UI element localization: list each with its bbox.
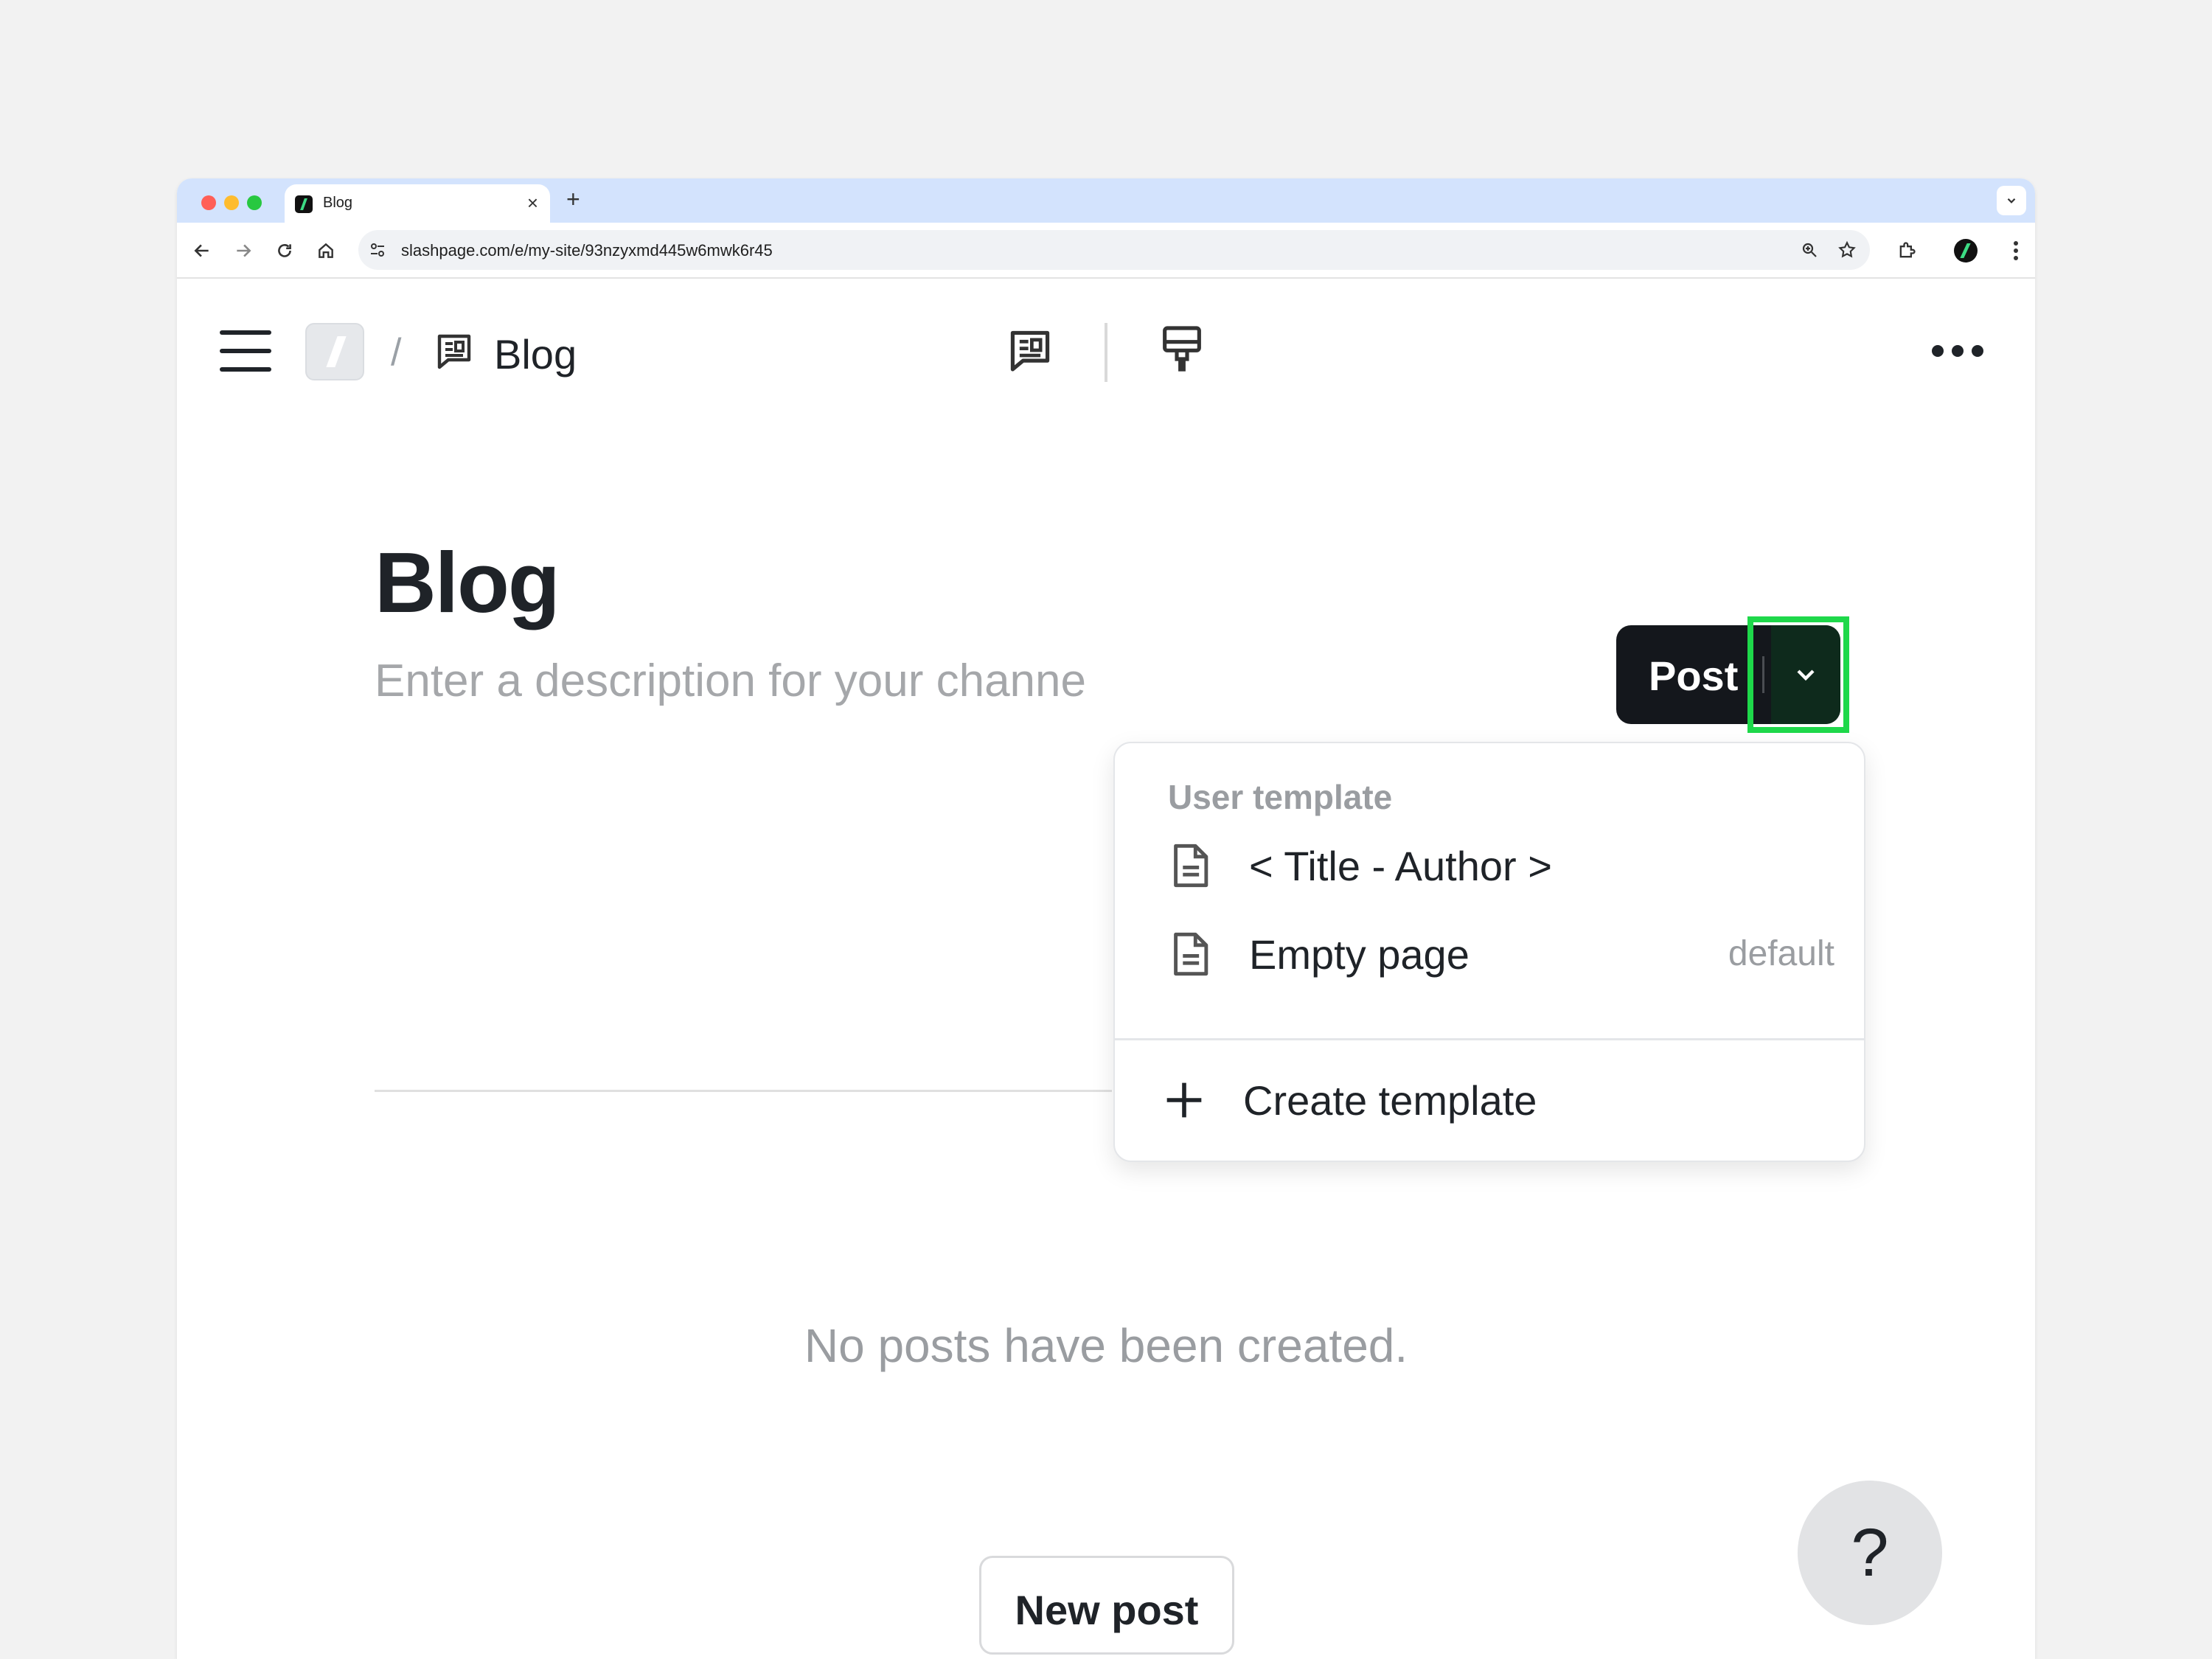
template-item-label: Empty page <box>1249 931 1470 978</box>
forward-button[interactable] <box>230 237 257 264</box>
post-button-label: Post <box>1649 653 1739 699</box>
help-button[interactable]: ? <box>1798 1481 1942 1625</box>
tab-search-button[interactable] <box>1997 186 2026 215</box>
reload-icon <box>278 244 291 257</box>
document-icon <box>1174 844 1208 888</box>
hamburger-menu-icon[interactable] <box>220 330 271 372</box>
view-divider <box>1105 323 1107 382</box>
browser-menu-button[interactable] <box>2003 237 2029 264</box>
document-icon <box>1174 932 1208 976</box>
default-badge: default <box>1728 934 1834 973</box>
template-item-empty-page[interactable]: Empty page default <box>1115 911 1864 992</box>
board-icon <box>437 334 471 369</box>
new-post-button[interactable]: New post <box>979 1556 1234 1655</box>
browser-toolbar: slashpage.com/e/my-site/93nzyxmd445w6mwk… <box>177 223 2035 279</box>
maximize-window-button[interactable] <box>247 195 262 210</box>
new-post-label: New post <box>1015 1587 1199 1633</box>
plus-icon <box>1166 1082 1202 1118</box>
breadcrumb-separator: / <box>391 331 402 374</box>
minimize-window-button[interactable] <box>224 195 239 210</box>
close-window-button[interactable] <box>201 195 216 210</box>
browser-window: Blog × + slashpage.com/e/my-site/93nzyxm… <box>177 178 2035 1659</box>
empty-state-message: No posts have been created. <box>804 1319 1408 1372</box>
extensions-button[interactable] <box>1893 237 1920 264</box>
profile-avatar[interactable] <box>1954 239 1978 262</box>
app-content: / Blog Blog Enter a description for your… <box>177 279 2035 1659</box>
home-icon <box>319 243 333 258</box>
template-item-label: < Title - Author > <box>1249 843 1552 889</box>
back-button[interactable] <box>189 237 215 264</box>
address-bar[interactable]: slashpage.com/e/my-site/93nzyxmd445w6mwk… <box>358 230 1870 270</box>
template-item-title-author[interactable]: < Title - Author > <box>1115 823 1864 904</box>
arrow-left-icon <box>194 244 209 257</box>
tab-strip: Blog × + <box>177 178 2035 223</box>
board-view-icon[interactable] <box>1006 326 1054 375</box>
url-text: slashpage.com/e/my-site/93nzyxmd445w6mwk… <box>401 241 773 260</box>
tab-title: Blog <box>323 195 353 211</box>
template-dropdown: User template < Title - Author > Empty p… <box>1113 742 1865 1162</box>
more-options-icon[interactable] <box>1932 345 1983 360</box>
arrow-right-icon <box>237 244 251 257</box>
zoom-icon[interactable] <box>1801 241 1818 259</box>
create-template-label: Create template <box>1243 1077 1537 1124</box>
slashpage-favicon-icon <box>295 195 313 213</box>
dropdown-heading: User template <box>1168 778 1393 816</box>
home-button[interactable] <box>313 237 339 264</box>
breadcrumb-channel-title[interactable]: Blog <box>494 330 577 378</box>
kebab-icon <box>2014 241 2018 260</box>
create-template-item[interactable]: Create template <box>1115 1053 1864 1149</box>
new-tab-button[interactable]: + <box>566 186 580 212</box>
tab-close-icon[interactable]: × <box>527 192 538 214</box>
dropdown-divider <box>1115 1038 1864 1040</box>
description-placeholder[interactable]: Enter a description for your channe <box>375 655 1086 707</box>
site-logo[interactable] <box>305 323 364 380</box>
divider <box>375 1090 1112 1092</box>
chevron-down-icon <box>2007 198 2016 204</box>
puzzle-icon <box>1899 242 1916 258</box>
star-icon[interactable] <box>1837 240 1857 260</box>
browser-tab[interactable]: Blog × <box>285 184 550 223</box>
reload-button[interactable] <box>271 237 298 264</box>
focus-highlight <box>1747 616 1849 733</box>
tune-icon <box>371 243 384 257</box>
paint-brush-icon[interactable] <box>1158 323 1206 375</box>
page-title[interactable]: Blog <box>375 533 560 632</box>
